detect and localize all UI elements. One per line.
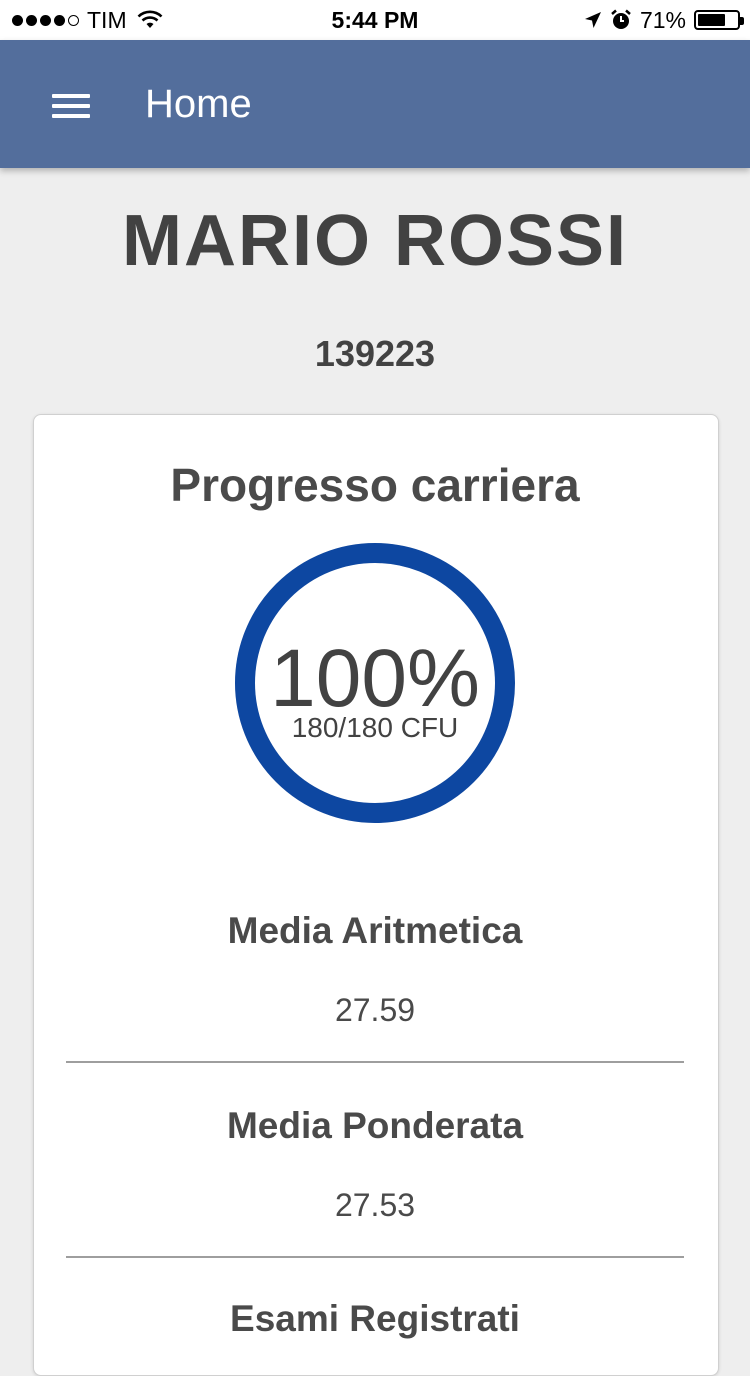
divider bbox=[66, 1256, 684, 1258]
page-title: Home bbox=[145, 82, 252, 126]
career-credits: 180/180 CFU bbox=[291, 712, 459, 743]
battery-percentage: 71% bbox=[639, 6, 686, 33]
stat-label-media-ponderata: Media Ponderata bbox=[226, 1105, 524, 1146]
stat-value-media-ponderata: 27.53 bbox=[334, 1187, 416, 1223]
student-name: MARIO ROSSI bbox=[121, 201, 629, 281]
status-bar: TIM 5:44 PM 71% bbox=[0, 0, 750, 40]
hamburger-menu-icon[interactable] bbox=[52, 92, 92, 120]
battery-icon bbox=[694, 10, 744, 30]
career-progress-title: Progresso carriera bbox=[170, 459, 580, 511]
stat-label-media-aritmetica: Media Aritmetica bbox=[227, 910, 523, 951]
location-arrow-icon bbox=[584, 12, 601, 28]
status-right: 71% bbox=[584, 0, 744, 40]
divider bbox=[66, 1061, 684, 1063]
app-header: Home bbox=[0, 40, 750, 168]
stat-value-media-aritmetica: 27.59 bbox=[334, 992, 416, 1028]
student-id: 139223 bbox=[314, 333, 436, 374]
alarm-clock-icon bbox=[611, 9, 631, 29]
